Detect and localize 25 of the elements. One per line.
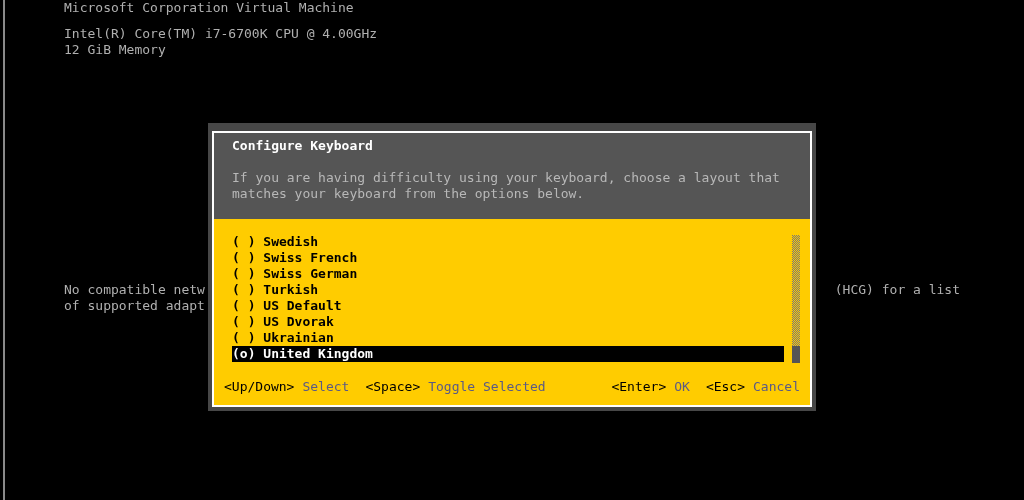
dialog-description: If you are having difficulty using your keyboard, choose a layout that matches your keyboard from the options below. [232, 170, 781, 202]
keyboard-layout-option[interactable]: ( ) Turkish [232, 282, 784, 298]
keyboard-layout-option[interactable]: ( ) Swiss French [232, 250, 784, 266]
key-hint: <Enter> [611, 379, 667, 395]
key-hint: <Up/Down> [224, 379, 295, 395]
system-info-text: Intel(R) Core(TM) i7-6700K CPU @ 4.00GHz [64, 26, 379, 42]
keyboard-layout-option[interactable]: ( ) Swedish [232, 234, 784, 250]
notice-text: of supported adapt [64, 298, 205, 314]
key-hint: <Space> [365, 379, 421, 395]
system-info-text: 12 GiB Memory [64, 42, 167, 58]
dialog-title: Configure Keyboard [232, 138, 374, 154]
system-info-text: Microsoft Corporation Virtual Machine [64, 0, 355, 16]
keyboard-layout-option[interactable]: ( ) Ukrainian [232, 330, 784, 346]
notice-text: (HCG) for a list [834, 282, 960, 298]
keyboard-layout-option[interactable]: ( ) US Default [232, 298, 784, 314]
keyboard-layout-option[interactable]: ( ) Swiss German [232, 266, 784, 282]
action-hint: Cancel [753, 379, 800, 395]
scrollbar[interactable] [792, 235, 800, 363]
action-hint: Select [302, 379, 350, 395]
keyboard-layout-option[interactable]: (o) United Kingdom [232, 346, 784, 362]
keyboard-layout-option[interactable]: ( ) US Dvorak [232, 314, 784, 330]
notice-text: No compatible netw [64, 282, 205, 298]
action-hint: OK [674, 379, 690, 395]
key-hint: <Esc> [705, 379, 746, 395]
action-hint: Toggle Selected [428, 379, 546, 395]
